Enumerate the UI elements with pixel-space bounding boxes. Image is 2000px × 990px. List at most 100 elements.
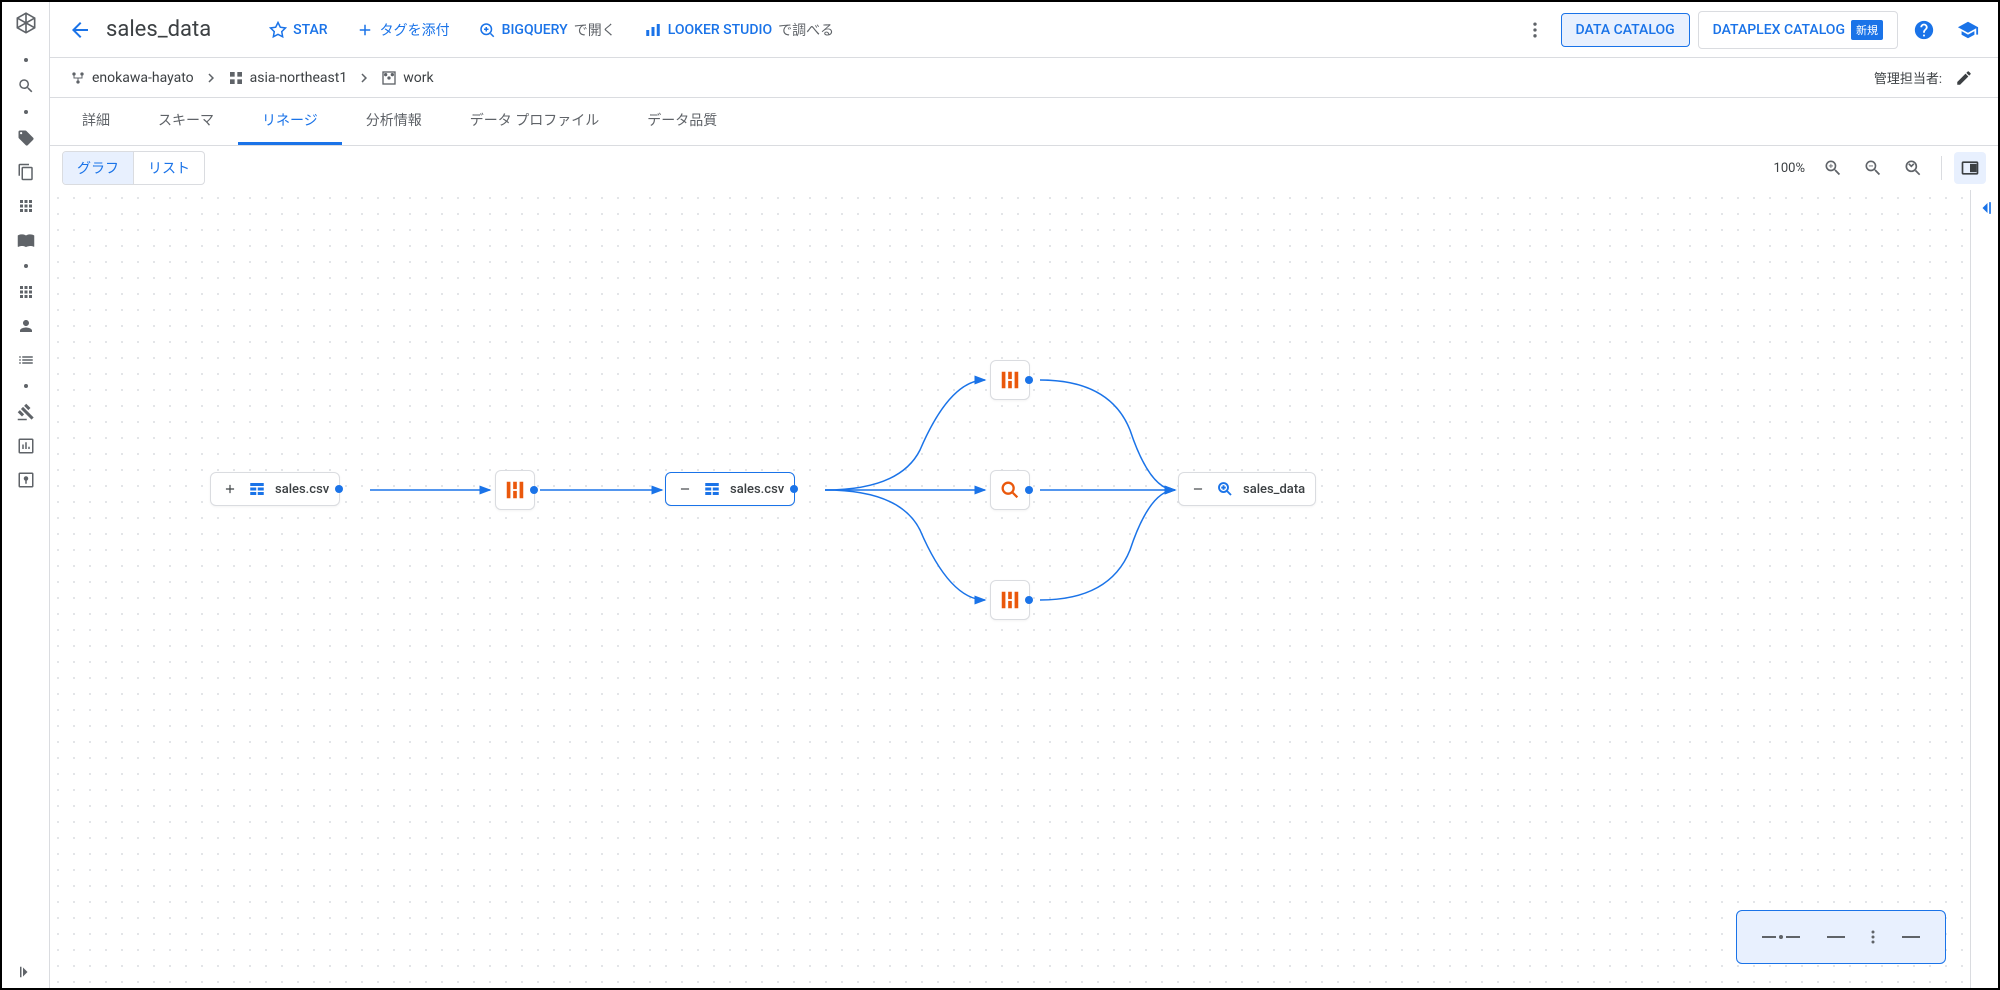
back-button[interactable]: [62, 12, 98, 48]
tab-schema[interactable]: スキーマ: [134, 98, 238, 145]
open-bigquery-button[interactable]: BIGQUERY で開く: [468, 14, 626, 46]
lineage-node-transform-2[interactable]: [990, 360, 1030, 400]
lineage-node-transform-1[interactable]: [495, 470, 535, 510]
nav-separator-dot: [24, 384, 28, 388]
breadcrumb-region[interactable]: asia-northeast1: [228, 70, 348, 86]
expand-node-icon[interactable]: [221, 480, 239, 498]
new-badge: 新規: [1851, 20, 1883, 40]
grid-icon[interactable]: [10, 276, 42, 308]
right-panel-toggle[interactable]: [1970, 190, 1998, 988]
lineage-graph-canvas[interactable]: sales.csv sales.csv: [50, 190, 1970, 988]
zoom-out-icon[interactable]: [1857, 152, 1889, 184]
collapse-node-icon[interactable]: [676, 480, 694, 498]
seg-label: リスト: [148, 161, 190, 177]
looker-suffix: で調べる: [778, 20, 834, 40]
tab-label: スキーマ: [158, 110, 214, 130]
attach-tag-button[interactable]: タグを添付: [346, 14, 460, 46]
tab-lineage[interactable]: リネージ: [238, 98, 342, 145]
node-label: sales.csv: [275, 482, 329, 497]
breadcrumb-label: work: [403, 70, 433, 86]
lineage-node-sales-csv-source[interactable]: sales.csv: [210, 472, 340, 506]
copy-icon[interactable]: [10, 156, 42, 188]
chevron-right-icon: [355, 69, 373, 87]
query-icon: [999, 479, 1021, 501]
view-mode-toggle: グラフ リスト: [62, 151, 205, 185]
collapse-node-icon[interactable]: [1189, 480, 1207, 498]
open-looker-button[interactable]: LOOKER STUDIO で調べる: [634, 14, 844, 46]
lineage-node-sales-data-target[interactable]: sales_data: [1178, 472, 1316, 506]
lineage-toolbar: グラフ リスト 100%: [50, 146, 1998, 190]
bigquery-label: BIGQUERY: [502, 22, 568, 38]
star-button[interactable]: STAR: [259, 15, 337, 45]
location-icon[interactable]: [10, 464, 42, 496]
edit-admin-button[interactable]: [1950, 64, 1978, 92]
node-output-port: [335, 485, 343, 493]
looker-label: LOOKER STUDIO: [668, 22, 772, 38]
node-output-port: [1025, 376, 1033, 384]
zoom-in-icon[interactable]: [1817, 152, 1849, 184]
lineage-node-transform-3[interactable]: [990, 580, 1030, 620]
fullscreen-icon[interactable]: [1954, 152, 1986, 184]
nav-separator-dot: [24, 58, 28, 62]
lineage-node-sales-csv-selected[interactable]: sales.csv: [665, 472, 795, 506]
zoom-reset-icon[interactable]: [1897, 152, 1929, 184]
transform-icon: [504, 479, 526, 501]
legend-item: [1902, 936, 1920, 938]
tab-label: データ品質: [647, 110, 717, 130]
data-catalog-label: DATA CATALOG: [1576, 22, 1675, 38]
dataplex-catalog-label: DATAPLEX CATALOG: [1713, 22, 1845, 38]
gavel-icon[interactable]: [10, 396, 42, 428]
detail-tabs: 詳細 スキーマ リネージ 分析情報 データ プロファイル データ品質: [50, 98, 1998, 146]
person-icon[interactable]: [10, 310, 42, 342]
search-icon[interactable]: [10, 70, 42, 102]
star-label: STAR: [293, 22, 327, 38]
bigquery-suffix: で開く: [574, 20, 616, 40]
help-icon[interactable]: [1906, 12, 1942, 48]
top-header: sales_data STAR タグを添付 BIGQUERY で開く LOOKE…: [50, 2, 1998, 58]
nav-separator-dot: [24, 110, 28, 114]
tab-insights[interactable]: 分析情報: [342, 98, 446, 145]
product-logo-icon[interactable]: [12, 10, 40, 38]
breadcrumb-project[interactable]: enokawa-hayato: [70, 70, 194, 86]
grid-icon[interactable]: [10, 190, 42, 222]
learn-icon[interactable]: [1950, 12, 1986, 48]
graph-view-button[interactable]: グラフ: [63, 152, 133, 184]
more-options-button[interactable]: [1517, 12, 1553, 48]
list-view-button[interactable]: リスト: [133, 152, 204, 184]
lineage-node-query[interactable]: [990, 470, 1030, 510]
graph-legend: [1736, 910, 1946, 964]
tab-label: リネージ: [262, 110, 318, 130]
table-icon: [702, 479, 722, 499]
tab-data-quality[interactable]: データ品質: [623, 98, 741, 145]
tab-label: 分析情報: [366, 110, 422, 130]
legend-item: [1871, 930, 1875, 944]
expand-sidebar-icon[interactable]: [10, 956, 42, 988]
node-output-port: [1025, 486, 1033, 494]
transform-icon: [999, 369, 1021, 391]
tag-label: タグを添付: [380, 20, 450, 40]
table-icon: [247, 479, 267, 499]
node-output-port: [790, 485, 798, 493]
seg-label: グラフ: [77, 161, 119, 177]
tab-details[interactable]: 詳細: [58, 98, 134, 145]
bigquery-icon: [1215, 479, 1235, 499]
tab-label: データ プロファイル: [470, 110, 599, 130]
tag-icon[interactable]: [10, 122, 42, 154]
dataplex-catalog-tab[interactable]: DATAPLEX CATALOG 新規: [1698, 11, 1898, 49]
tab-label: 詳細: [82, 110, 110, 130]
dashboard-icon[interactable]: [10, 430, 42, 462]
admin-label: 管理担当者:: [1874, 68, 1942, 87]
breadcrumb-label: enokawa-hayato: [92, 70, 194, 86]
legend-item: [1827, 936, 1845, 938]
list-icon[interactable]: [10, 344, 42, 376]
node-output-port: [530, 486, 538, 494]
tab-data-profile[interactable]: データ プロファイル: [446, 98, 623, 145]
page-title: sales_data: [106, 17, 211, 42]
breadcrumb-dataset[interactable]: work: [381, 70, 433, 86]
node-output-port: [1025, 596, 1033, 604]
data-catalog-tab[interactable]: DATA CATALOG: [1561, 13, 1690, 47]
left-nav-sidebar: [2, 2, 50, 988]
book-icon[interactable]: [10, 224, 42, 256]
node-label: sales.csv: [730, 482, 784, 497]
toolbar-divider: [1941, 156, 1942, 180]
